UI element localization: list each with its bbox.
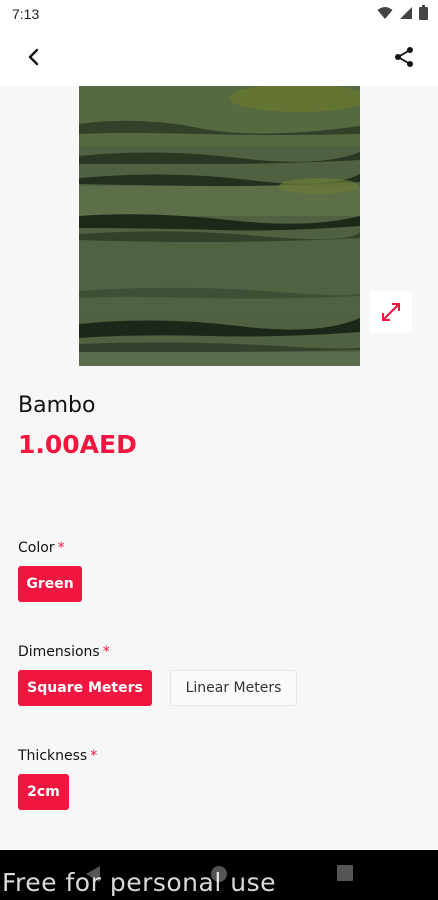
watermark-text: Free for personal use <box>2 868 276 897</box>
chip-label: Square Meters <box>27 680 143 696</box>
status-icons <box>377 5 428 20</box>
status-time: 7:13 <box>12 6 40 22</box>
required-mark: * <box>90 748 98 764</box>
expand-icon <box>382 303 400 321</box>
app-bar <box>0 28 438 86</box>
share-icon <box>395 47 413 67</box>
color-label: Color * <box>18 540 65 556</box>
dimensions-chip-square-meters[interactable]: Square Meters <box>18 670 152 706</box>
thickness-label: Thickness * <box>18 748 97 764</box>
chevron-left-icon <box>28 48 39 66</box>
product-price: 1.00AED <box>18 430 137 459</box>
required-mark: * <box>102 644 110 660</box>
dimensions-label: Dimensions * <box>18 644 110 660</box>
required-mark: * <box>57 540 65 556</box>
dimensions-chip-linear-meters[interactable]: Linear Meters <box>170 670 297 706</box>
product-name: Bambo <box>18 393 96 418</box>
thickness-label-text: Thickness <box>18 748 88 764</box>
status-bar: 7:13 <box>0 0 438 28</box>
battery-icon <box>419 5 428 20</box>
dimensions-label-text: Dimensions <box>18 644 100 660</box>
wifi-icon <box>377 6 393 19</box>
expand-image-button[interactable] <box>370 291 412 333</box>
product-image[interactable] <box>79 86 360 366</box>
thickness-chip-2cm[interactable]: 2cm <box>18 774 69 810</box>
chip-label: 2cm <box>27 784 60 800</box>
color-label-text: Color <box>18 540 55 556</box>
marble-swatch-image <box>79 86 360 366</box>
share-button[interactable] <box>384 37 424 77</box>
back-button[interactable] <box>14 37 54 77</box>
nav-recents-icon[interactable] <box>337 865 353 881</box>
chip-label: Linear Meters <box>185 680 282 696</box>
signal-icon <box>400 6 412 19</box>
chip-label: Green <box>26 576 74 592</box>
color-chip-green[interactable]: Green <box>18 566 82 602</box>
